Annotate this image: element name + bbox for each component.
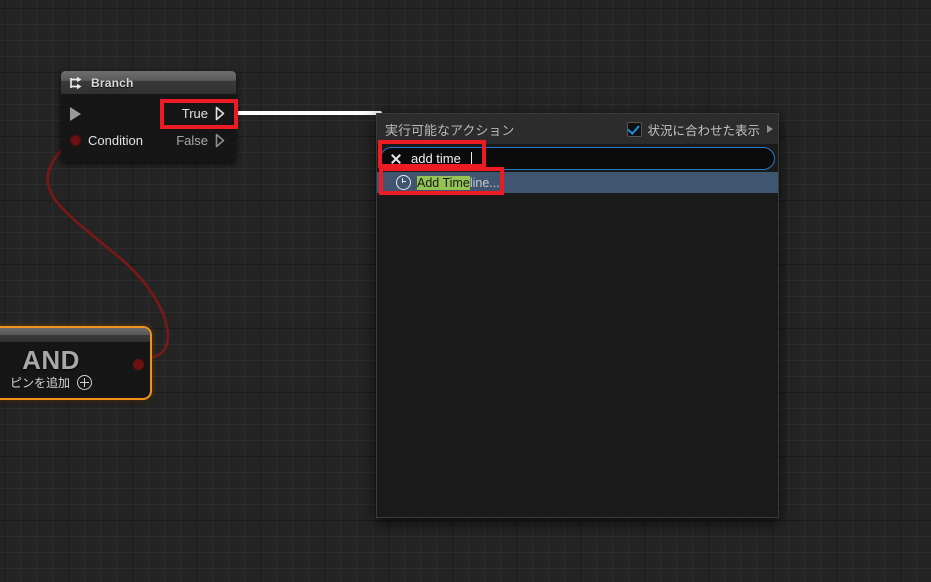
search-input-value: add time — [411, 151, 461, 166]
branch-pin-row-condition-false: Condition False — [61, 127, 236, 154]
clear-x-icon[interactable] — [390, 153, 402, 165]
context-sensitive-checkbox[interactable] — [627, 121, 643, 137]
bool-condition-pin-icon[interactable] — [70, 135, 81, 146]
search-input[interactable]: add time — [380, 147, 775, 170]
search-area: add time — [377, 144, 778, 170]
branch-false-pin[interactable]: False — [176, 133, 228, 148]
exec-in-arrow-icon — [70, 106, 81, 121]
list-item[interactable]: Add Timeline... — [377, 172, 778, 193]
branch-exec-in-pin[interactable] — [70, 106, 81, 121]
branch-pin-row-exec-true: True — [61, 100, 236, 127]
and-node-title: AND — [22, 345, 80, 375]
branch-condition-label: Condition — [88, 133, 143, 148]
and-add-pin-label: ピンを追加 — [9, 376, 70, 390]
and-node[interactable]: AND ピンを追加 — [0, 326, 152, 400]
exec-out-false-arrow-icon[interactable] — [215, 133, 228, 148]
branch-false-label: False — [176, 133, 208, 148]
actions-panel-header: 実行可能なアクション 状況に合わせた表示 — [377, 114, 778, 144]
branch-flow-control-icon — [70, 76, 82, 89]
text-caret — [470, 151, 472, 166]
context-sensitive-toggle[interactable]: 状況に合わせた表示 — [627, 120, 773, 139]
branch-true-pin[interactable]: True — [182, 106, 228, 121]
timeline-clock-icon — [396, 175, 411, 190]
branch-true-label: True — [181, 106, 208, 121]
branch-node[interactable]: Branch True Condition False — [61, 71, 236, 162]
plus-circle-icon[interactable] — [77, 375, 92, 390]
actions-results-list[interactable]: Add Timeline... — [377, 170, 778, 517]
branch-node-body: True Condition False — [61, 94, 236, 162]
branch-node-title: Branch — [91, 75, 134, 90]
context-sensitive-label: 状況に合わせた表示 — [647, 123, 760, 138]
and-add-pin-button[interactable]: ピンを追加 — [0, 374, 150, 391]
exec-out-true-arrow-icon[interactable] — [215, 106, 228, 121]
and-output-pin[interactable] — [133, 359, 144, 370]
result-matched-text: Add Time — [417, 175, 470, 190]
and-node-header[interactable] — [0, 328, 150, 342]
checkmark-icon — [627, 121, 641, 135]
actions-panel[interactable]: 実行可能なアクション 状況に合わせた表示 add time Add Timeli… — [376, 113, 779, 518]
branch-node-header[interactable]: Branch — [61, 71, 236, 94]
chevron-right-icon[interactable] — [767, 125, 773, 133]
actions-panel-title: 実行可能なアクション — [385, 122, 515, 138]
result-item-label: Add Timeline... — [417, 175, 500, 190]
and-node-body: AND ピンを追加 — [0, 342, 150, 398]
result-rest-text: line... — [469, 175, 500, 190]
branch-condition-pin[interactable]: Condition — [70, 133, 143, 148]
